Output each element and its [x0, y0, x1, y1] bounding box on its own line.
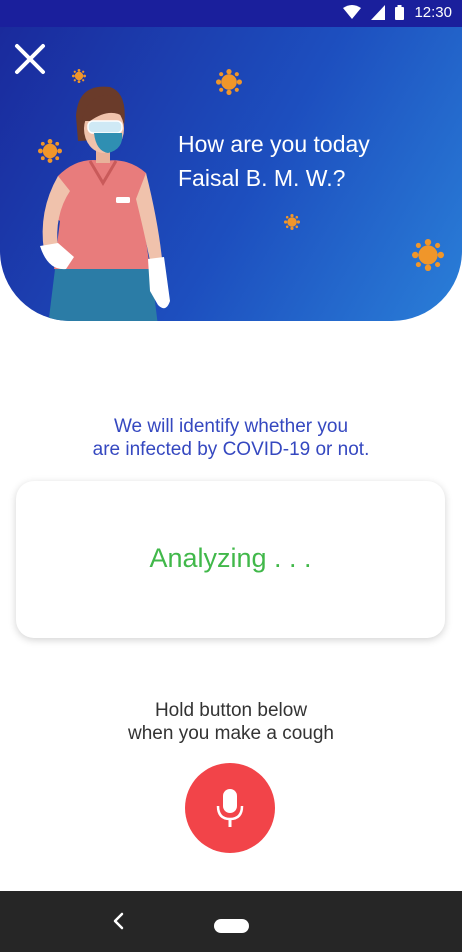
cough-hint: Hold button below when you make a cough: [0, 699, 462, 745]
microphone-icon: [216, 789, 244, 827]
status-time: 12:30: [414, 4, 452, 21]
virus-icon: [216, 69, 242, 95]
home-pill[interactable]: [214, 919, 249, 933]
greeting-line-1: How are you today: [178, 131, 370, 157]
intro-line-1: We will identify whether you: [113, 416, 349, 437]
signal-icon: [371, 5, 386, 20]
record-cough-button[interactable]: [185, 763, 275, 853]
virus-icon: [412, 239, 444, 271]
status-icons: 12:30: [343, 4, 452, 21]
battery-icon: [395, 5, 405, 20]
analyzing-status: Analyzing . . .: [149, 543, 312, 573]
hint-line-1: Hold button below: [154, 700, 308, 721]
wifi-icon: [343, 5, 362, 20]
analysis-card: Analyzing . . .: [16, 481, 445, 638]
hint-line-2: when you make a cough: [128, 723, 334, 744]
back-icon[interactable]: [110, 909, 128, 933]
greeting-text: How are you today Faisal B. M. W.?: [178, 127, 438, 195]
virus-icon: [284, 214, 300, 230]
nurse-illustration: [40, 86, 170, 321]
intro-line-2: are infected by COVID-19 or not.: [92, 439, 370, 460]
greeting-line-2: Faisal B. M. W.?: [178, 165, 346, 191]
close-icon: [15, 44, 45, 74]
header-banner: How are you today Faisal B. M. W.?: [0, 27, 462, 321]
status-bar: 12:30: [0, 0, 462, 27]
close-button[interactable]: [12, 41, 48, 77]
intro-text: We will identify whether you are infecte…: [0, 415, 462, 461]
